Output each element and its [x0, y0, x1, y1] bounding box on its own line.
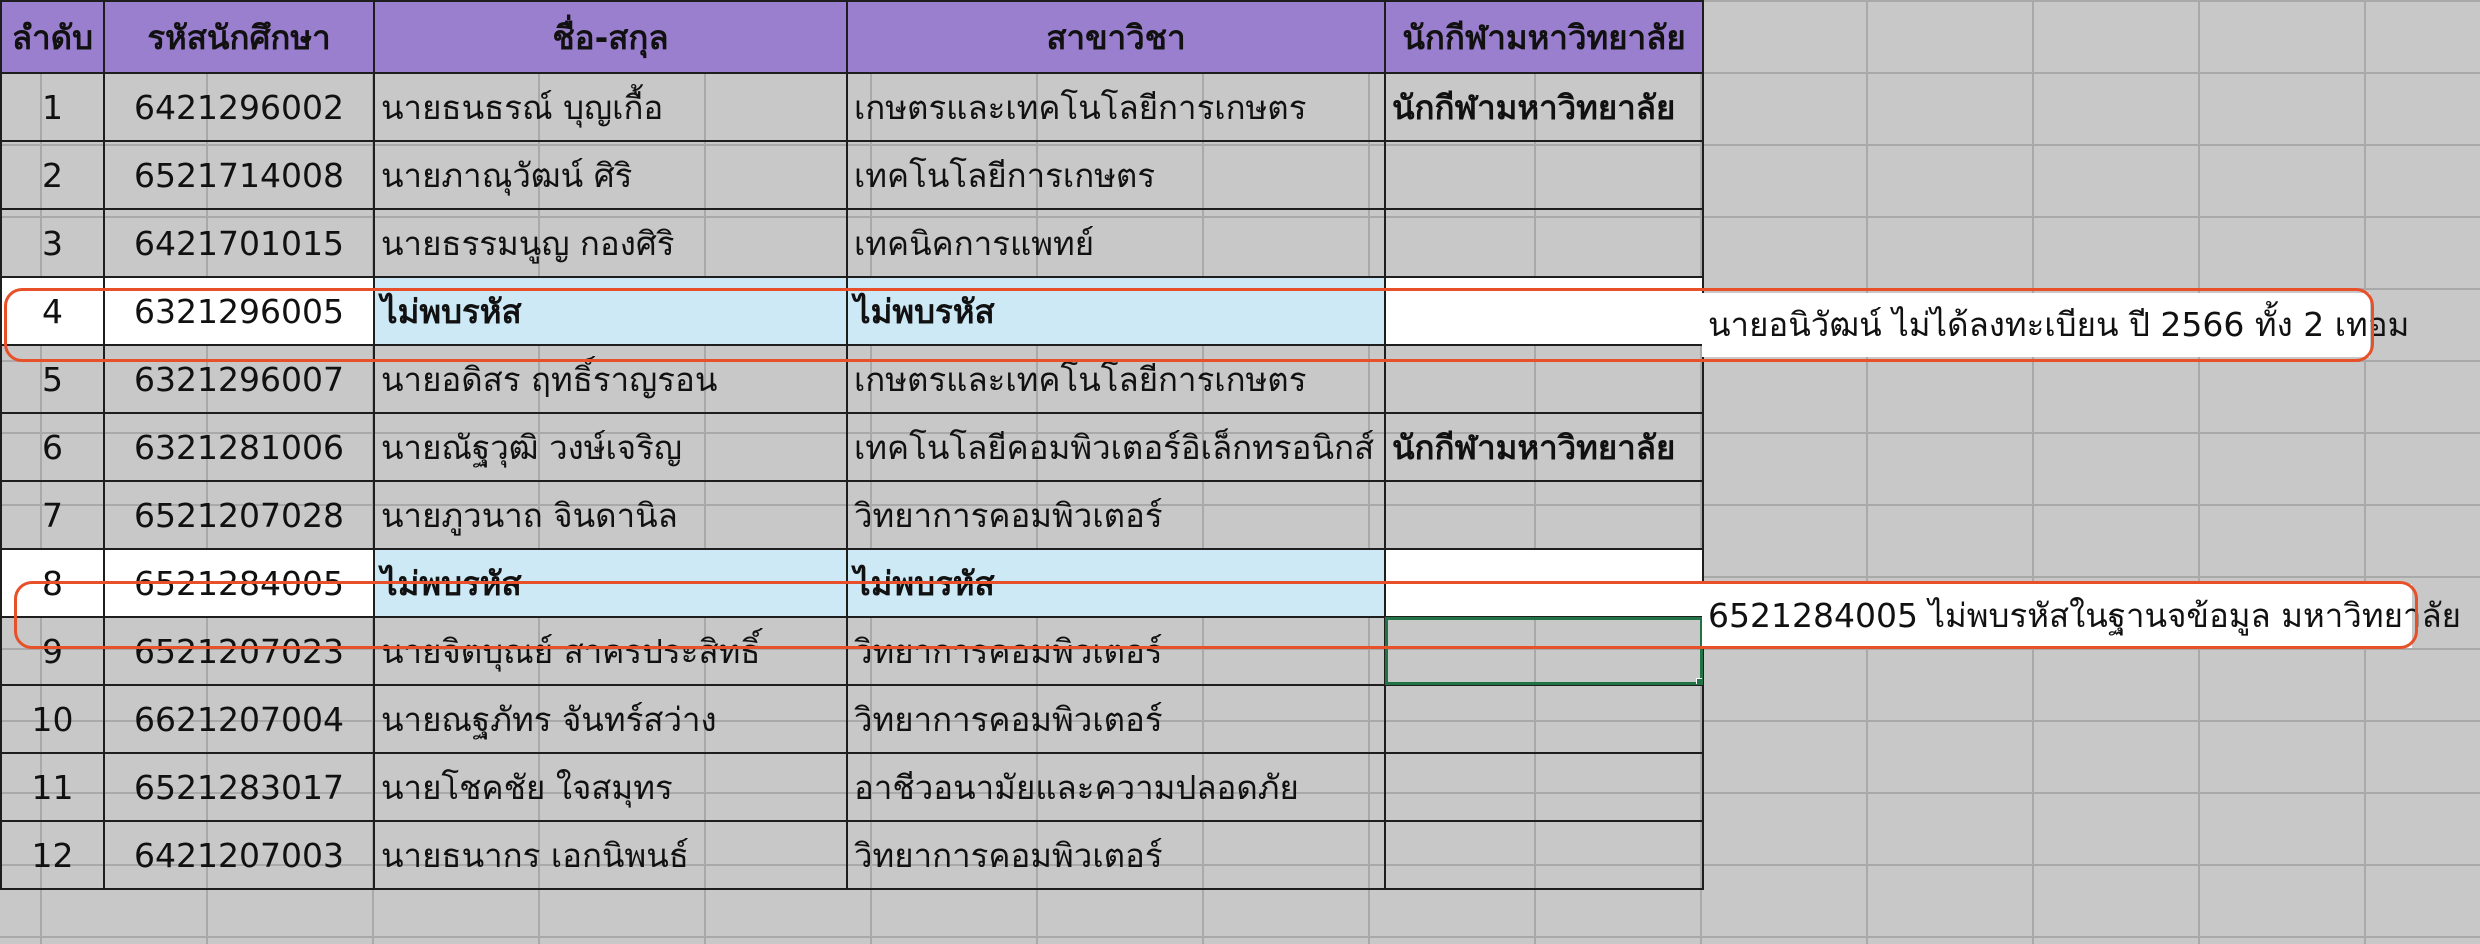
cell-major[interactable]: วิทยาการคอมพิวเตอร์ — [846, 480, 1386, 550]
table-row: 12 6421207003 นายธนากร เอกนิพนธ์ วิทยากา… — [0, 820, 1704, 890]
table-row: 7 6521207028 นายภูวนาถ จินดานิล วิทยาการ… — [0, 480, 1704, 550]
cell-athlete[interactable]: นักกีฬามหาวิทยาลัย — [1384, 412, 1704, 482]
cell-name[interactable]: นายธรรมนูญ กองศิริ — [373, 208, 848, 278]
cell-no[interactable]: 8 — [0, 548, 105, 618]
cell-major[interactable]: เทคโนโลยีการเกษตร — [846, 140, 1386, 210]
note-row-8[interactable]: 6521284005 ไม่พบรหัสในฐานจข้อมูล มหาวิทย… — [1702, 584, 2461, 648]
cell-no[interactable]: 11 — [0, 752, 105, 822]
header-cell-no[interactable]: ลำดับ — [0, 0, 105, 74]
cell-student-id[interactable]: 6421207003 — [103, 820, 375, 890]
cell-major[interactable]: วิทยาการคอมพิวเตอร์ — [846, 684, 1386, 754]
cell-student-id[interactable]: 6521284005 — [103, 548, 375, 618]
cell-athlete[interactable] — [1384, 548, 1704, 618]
cell-student-id[interactable]: 6521283017 — [103, 752, 375, 822]
cell-major[interactable]: วิทยาการคอมพิวเตอร์ — [846, 616, 1386, 686]
cell-name[interactable]: นายอดิสร ฤทธิ์ราญรอน — [373, 344, 848, 414]
cell-athlete[interactable] — [1384, 140, 1704, 210]
cell-no[interactable]: 5 — [0, 344, 105, 414]
cell-no[interactable]: 6 — [0, 412, 105, 482]
cell-major[interactable]: เกษตรและเทคโนโลยีการเกษตร — [846, 72, 1386, 142]
cell-student-id[interactable]: 6621207004 — [103, 684, 375, 754]
spreadsheet-table: ลำดับ รหัสนักศึกษา ชื่อ-สกุล สาขาวิชา นั… — [0, 0, 1704, 890]
table-row-missing: 8 6521284005 ไม่พบรหัส ไม่พบรหัส — [0, 548, 1704, 618]
selected-cell[interactable] — [1384, 616, 1704, 686]
header-cell-student-id[interactable]: รหัสนักศึกษา — [103, 0, 375, 74]
cell-name[interactable]: นายธนากร เอกนิพนธ์ — [373, 820, 848, 890]
table-row: 11 6521283017 นายโชคชัย ใจสมุทร อาชีวอนา… — [0, 752, 1704, 822]
header-row: ลำดับ รหัสนักศึกษา ชื่อ-สกุล สาขาวิชา นั… — [0, 0, 1704, 74]
cell-major[interactable]: ไม่พบรหัส — [846, 548, 1386, 618]
cell-name[interactable]: นายโชคชัย ใจสมุทร — [373, 752, 848, 822]
cell-student-id[interactable]: 6421296002 — [103, 72, 375, 142]
cell-athlete[interactable]: นักกีฬามหาวิทยาลัย — [1384, 72, 1704, 142]
cell-major[interactable]: วิทยาการคอมพิวเตอร์ — [846, 820, 1386, 890]
cell-name[interactable]: ไม่พบรหัส — [373, 276, 848, 346]
cell-student-id[interactable]: 6521207023 — [103, 616, 375, 686]
cell-student-id[interactable]: 6321296005 — [103, 276, 375, 346]
note-row-4[interactable]: นายอนิวัฒน์ ไม่ได้ลงทะเบียน ปี 2566 ทั้ง… — [1702, 293, 2409, 357]
header-cell-major[interactable]: สาขาวิชา — [846, 0, 1386, 74]
cell-athlete[interactable] — [1384, 684, 1704, 754]
cell-no[interactable]: 9 — [0, 616, 105, 686]
cell-name[interactable]: นายณฐภัทร จันทร์สว่าง — [373, 684, 848, 754]
table-row: 5 6321296007 นายอดิสร ฤทธิ์ราญรอน เกษตรแ… — [0, 344, 1704, 414]
table-row: 3 6421701015 นายธรรมนูญ กองศิริ เทคนิคกา… — [0, 208, 1704, 278]
cell-major[interactable]: เทคโนโลยีคอมพิวเตอร์อิเล็กทรอนิกส์ — [846, 412, 1386, 482]
cell-athlete[interactable] — [1384, 480, 1704, 550]
cell-major[interactable]: เกษตรและเทคโนโลยีการเกษตร — [846, 344, 1386, 414]
cell-name[interactable]: นายภูวนาถ จินดานิล — [373, 480, 848, 550]
cell-student-id[interactable]: 6521207028 — [103, 480, 375, 550]
cell-major[interactable]: อาชีวอนามัยและความปลอดภัย — [846, 752, 1386, 822]
cell-student-id[interactable]: 6421701015 — [103, 208, 375, 278]
cell-no[interactable]: 1 — [0, 72, 105, 142]
cell-no[interactable]: 3 — [0, 208, 105, 278]
cell-name[interactable]: นายภาณุวัฒน์ ศิริ — [373, 140, 848, 210]
header-cell-name[interactable]: ชื่อ-สกุล — [373, 0, 848, 74]
cell-name[interactable]: นายจิตบุณย์ สาครประสิทธิ์ — [373, 616, 848, 686]
cell-no[interactable]: 12 — [0, 820, 105, 890]
cell-no[interactable]: 4 — [0, 276, 105, 346]
cell-athlete[interactable] — [1384, 820, 1704, 890]
cell-no[interactable]: 10 — [0, 684, 105, 754]
fill-handle[interactable] — [1696, 678, 1701, 683]
cell-name[interactable]: นายณัฐวุฒิ วงษ์เจริญ — [373, 412, 848, 482]
cell-athlete[interactable] — [1384, 208, 1704, 278]
cell-athlete[interactable] — [1384, 752, 1704, 822]
cell-student-id[interactable]: 6321281006 — [103, 412, 375, 482]
table-row: 1 6421296002 นายธนธรณ์ บุญเกื้อ เกษตรและ… — [0, 72, 1704, 142]
table-row: 9 6521207023 นายจิตบุณย์ สาครประสิทธิ์ ว… — [0, 616, 1704, 686]
cell-no[interactable]: 2 — [0, 140, 105, 210]
table-row: 6 6321281006 นายณัฐวุฒิ วงษ์เจริญ เทคโนโ… — [0, 412, 1704, 482]
table-row: 2 6521714008 นายภาณุวัฒน์ ศิริ เทคโนโลยี… — [0, 140, 1704, 210]
table-row: 10 6621207004 นายณฐภัทร จันทร์สว่าง วิทย… — [0, 684, 1704, 754]
cell-major[interactable]: ไม่พบรหัส — [846, 276, 1386, 346]
cell-name[interactable]: ไม่พบรหัส — [373, 548, 848, 618]
cell-name[interactable]: นายธนธรณ์ บุญเกื้อ — [373, 72, 848, 142]
cell-athlete[interactable] — [1384, 276, 1704, 346]
cell-no[interactable]: 7 — [0, 480, 105, 550]
table-row-missing: 4 6321296005 ไม่พบรหัส ไม่พบรหัส — [0, 276, 1704, 346]
cell-major[interactable]: เทคนิคการแพทย์ — [846, 208, 1386, 278]
cell-athlete[interactable] — [1384, 344, 1704, 414]
cell-student-id[interactable]: 6521714008 — [103, 140, 375, 210]
cell-student-id[interactable]: 6321296007 — [103, 344, 375, 414]
header-cell-athlete[interactable]: นักกีฬามหาวิทยาลัย — [1384, 0, 1704, 74]
